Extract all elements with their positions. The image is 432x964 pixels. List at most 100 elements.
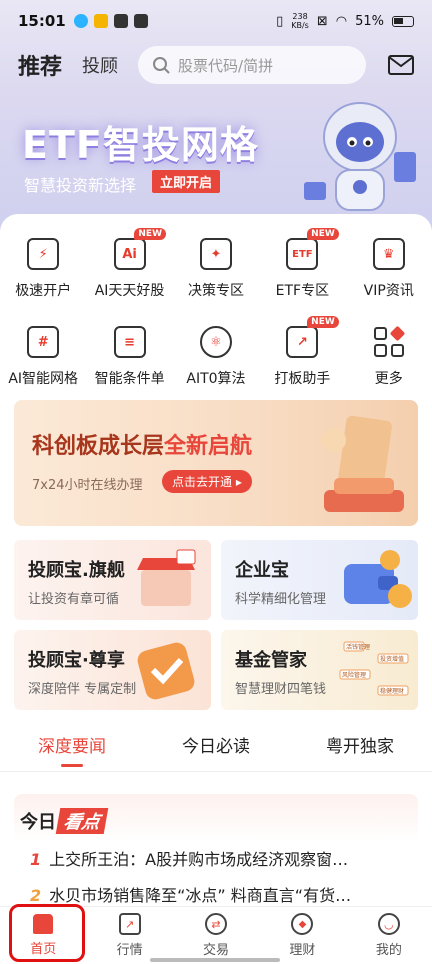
tab-trade[interactable]: ⇄ 交易 xyxy=(173,907,259,964)
grid-item-label: 极速开户 xyxy=(15,283,72,299)
tab-advisor[interactable]: 投顾 xyxy=(82,52,118,78)
lightning-icon: ⚡ xyxy=(27,238,60,270)
grid-item-label: ETF专区 xyxy=(275,283,330,299)
news-tabs: 深度要闻 今日必读 粤开独家 xyxy=(0,724,432,772)
grid-item-smart-order[interactable]: ≡ 智能条件单 xyxy=(86,322,172,410)
grid-item-label: 智能条件单 xyxy=(94,371,165,387)
grid-item-label: AIT0算法 xyxy=(186,371,246,387)
promo-open-button[interactable]: 点击去开通 ▸ xyxy=(162,470,252,493)
crown-notification-icon xyxy=(113,14,128,28)
wifi-icon: ◠ xyxy=(335,13,348,29)
etf-banner[interactable]: ETF智投网格 智慧投资新选择 立即开启 xyxy=(0,92,432,222)
battery-icon xyxy=(392,15,414,27)
banner-subtitle: 智慧投资新选择 xyxy=(24,176,137,195)
ai-icon: Ai xyxy=(113,238,146,270)
grid-item-etf-zone[interactable]: ETF NEW ETF专区 xyxy=(259,228,345,322)
new-badge: NEW xyxy=(307,316,339,328)
tab-recommend[interactable]: 推荐 xyxy=(18,49,62,81)
gesture-bar xyxy=(150,958,280,962)
shield-check-illustration-icon xyxy=(137,642,195,700)
grid-item-label: 更多 xyxy=(374,371,403,387)
tab-deep-news[interactable]: 深度要闻 xyxy=(0,724,144,771)
grid-item-ait0[interactable]: ⚛ AIT0算法 xyxy=(173,322,259,410)
etf-icon: ETF xyxy=(286,238,319,270)
grid-item-label: AI天天好股 xyxy=(94,283,165,299)
wealth-icon: ◆ xyxy=(291,913,314,935)
banner-cta-button[interactable]: 立即开启 xyxy=(152,170,221,193)
new-badge: NEW xyxy=(307,228,339,240)
wallet-illustration-icon xyxy=(344,550,412,608)
news-rank: 2 xyxy=(30,886,42,905)
news-rank: 1 xyxy=(30,850,42,869)
status-bar: 15:01 ▯ 238 KB/s ⊠ ◠ 51% xyxy=(0,0,432,42)
top-nav: 推荐 投顾 股票代码/简拼 xyxy=(0,42,432,88)
tab-exclusive[interactable]: 粤开独家 xyxy=(288,724,432,771)
profile-icon: ◡ xyxy=(377,913,400,935)
grid-item-ai-stocks[interactable]: Ai NEW AI天天好股 xyxy=(86,228,172,322)
promo-subtitle: 7x24小时在线办理 xyxy=(32,478,143,493)
home-tab-highlight-ring xyxy=(9,904,85,962)
news-headline: 水贝市场销售降至“冰点” 料商直言“有货… xyxy=(49,886,352,905)
grid-item-decision-zone[interactable]: ✦ 决策专区 xyxy=(173,234,259,322)
card-title: 企业宝 xyxy=(235,560,289,581)
grid-item-limit-up-helper[interactable]: ↗ NEW 打板助手 xyxy=(259,316,345,410)
photos-notification-icon xyxy=(93,14,108,28)
crown-icon: ♛ xyxy=(372,238,405,270)
search-input[interactable]: 股票代码/简拼 xyxy=(138,46,367,84)
today-highlights: 今日 看点 1 上交所王泊：A股并购市场成经济观察窗… 2 水贝市场销售降至“冰点” … xyxy=(14,794,418,914)
grid-item-label: 决策专区 xyxy=(187,283,244,299)
grid-item-more[interactable]: 更多 xyxy=(346,322,432,410)
card-fund-manager[interactable]: 基金管家 智慧理财四笔钱 活钱管理 投资增值 风险管理 稳健理财 xyxy=(221,630,418,710)
card-art-tag: 活钱管理 xyxy=(346,643,370,651)
promo-title: 科创板成长层全新启航 xyxy=(32,434,253,459)
card-subtitle: 深度陪伴 专属定制 xyxy=(28,682,137,697)
grid-item-ai-grid[interactable]: # AI智能网格 xyxy=(0,322,86,410)
document-icon: ≡ xyxy=(113,326,146,358)
content-sheet: ⚡ 极速开户 Ai NEW AI天天好股 ✦ 决策专区 ETF NEW ETF专… xyxy=(0,214,432,914)
lightbulb-icon: ✦ xyxy=(199,238,232,270)
news-item[interactable]: 2 水贝市场销售降至“冰点” 料商直言“有货… xyxy=(30,882,400,906)
net-speed: 238 KB/s xyxy=(291,12,309,30)
card-title: 基金管家 xyxy=(235,650,307,671)
astronaut-mascot-icon xyxy=(304,102,416,211)
tab-wealth[interactable]: ◆ 理财 xyxy=(259,907,345,964)
card-art-tag: 稳健理财 xyxy=(380,687,404,695)
highlights-title: 今日 看点 xyxy=(20,808,109,834)
fund-tags-illustration-icon: 活钱管理 投资增值 风险管理 稳健理财 xyxy=(339,641,409,696)
notification-icons xyxy=(73,14,148,28)
atom-icon: ⚛ xyxy=(199,326,232,358)
news-item[interactable]: 1 上交所王泊：A股并购市场成经济观察窗… xyxy=(30,846,400,870)
card-subtitle: 科学精细化管理 xyxy=(235,592,327,607)
banner-headline: ETF智投网格 xyxy=(22,123,259,167)
search-placeholder: 股票代码/简拼 xyxy=(178,56,274,75)
grid-item-label: AI智能网格 xyxy=(8,371,79,387)
news-headline: 上交所王泊：A股并购市场成经济观察窗… xyxy=(49,850,349,869)
status-time: 15:01 xyxy=(18,12,66,30)
mail-icon[interactable] xyxy=(388,55,414,75)
battery-text: 51% xyxy=(355,13,384,29)
tab-must-read[interactable]: 今日必读 xyxy=(144,724,288,771)
hash-grid-icon: # xyxy=(27,326,60,358)
product-cards: 投顾宝.旗舰 让投资有章可循 企业宝 科学精细化管理 投顾宝·尊享 深度陪伴 专… xyxy=(14,540,418,720)
search-icon xyxy=(153,57,170,74)
video-notification-icon xyxy=(133,14,148,28)
tab-market[interactable]: ↗ 行情 xyxy=(86,907,172,964)
sim-icon: ⊠ xyxy=(316,13,328,29)
grid-item-open-account[interactable]: ⚡ 极速开户 xyxy=(0,234,86,322)
card-advisor-premium[interactable]: 投顾宝·尊享 深度陪伴 专属定制 xyxy=(14,630,211,710)
tab-profile[interactable]: ◡ 我的 xyxy=(346,907,432,964)
more-grid-icon xyxy=(373,326,405,357)
grid-item-vip-news[interactable]: ♛ VIP资讯 xyxy=(346,234,432,322)
card-enterprise[interactable]: 企业宝 科学精细化管理 xyxy=(221,540,418,620)
chart-icon: ↗ xyxy=(286,326,319,358)
grid-item-label: VIP资讯 xyxy=(363,283,414,299)
market-icon: ↗ xyxy=(118,913,141,935)
status-right: ▯ 238 KB/s ⊠ ◠ 51% xyxy=(276,12,414,30)
new-badge: NEW xyxy=(134,228,166,240)
quick-entry-grid: ⚡ 极速开户 Ai NEW AI天天好股 ✦ 决策专区 ETF NEW ETF专… xyxy=(0,228,432,410)
star-market-promo-banner[interactable]: 科创板成长层全新启航 7x24小时在线办理 点击去开通 ▸ xyxy=(14,400,418,526)
trade-icon: ⇄ xyxy=(205,913,228,935)
card-art-tag: 风险管理 xyxy=(342,671,366,679)
card-advisor-flagship[interactable]: 投顾宝.旗舰 让投资有章可循 xyxy=(14,540,211,620)
grid-item-label: 打板助手 xyxy=(274,371,331,387)
